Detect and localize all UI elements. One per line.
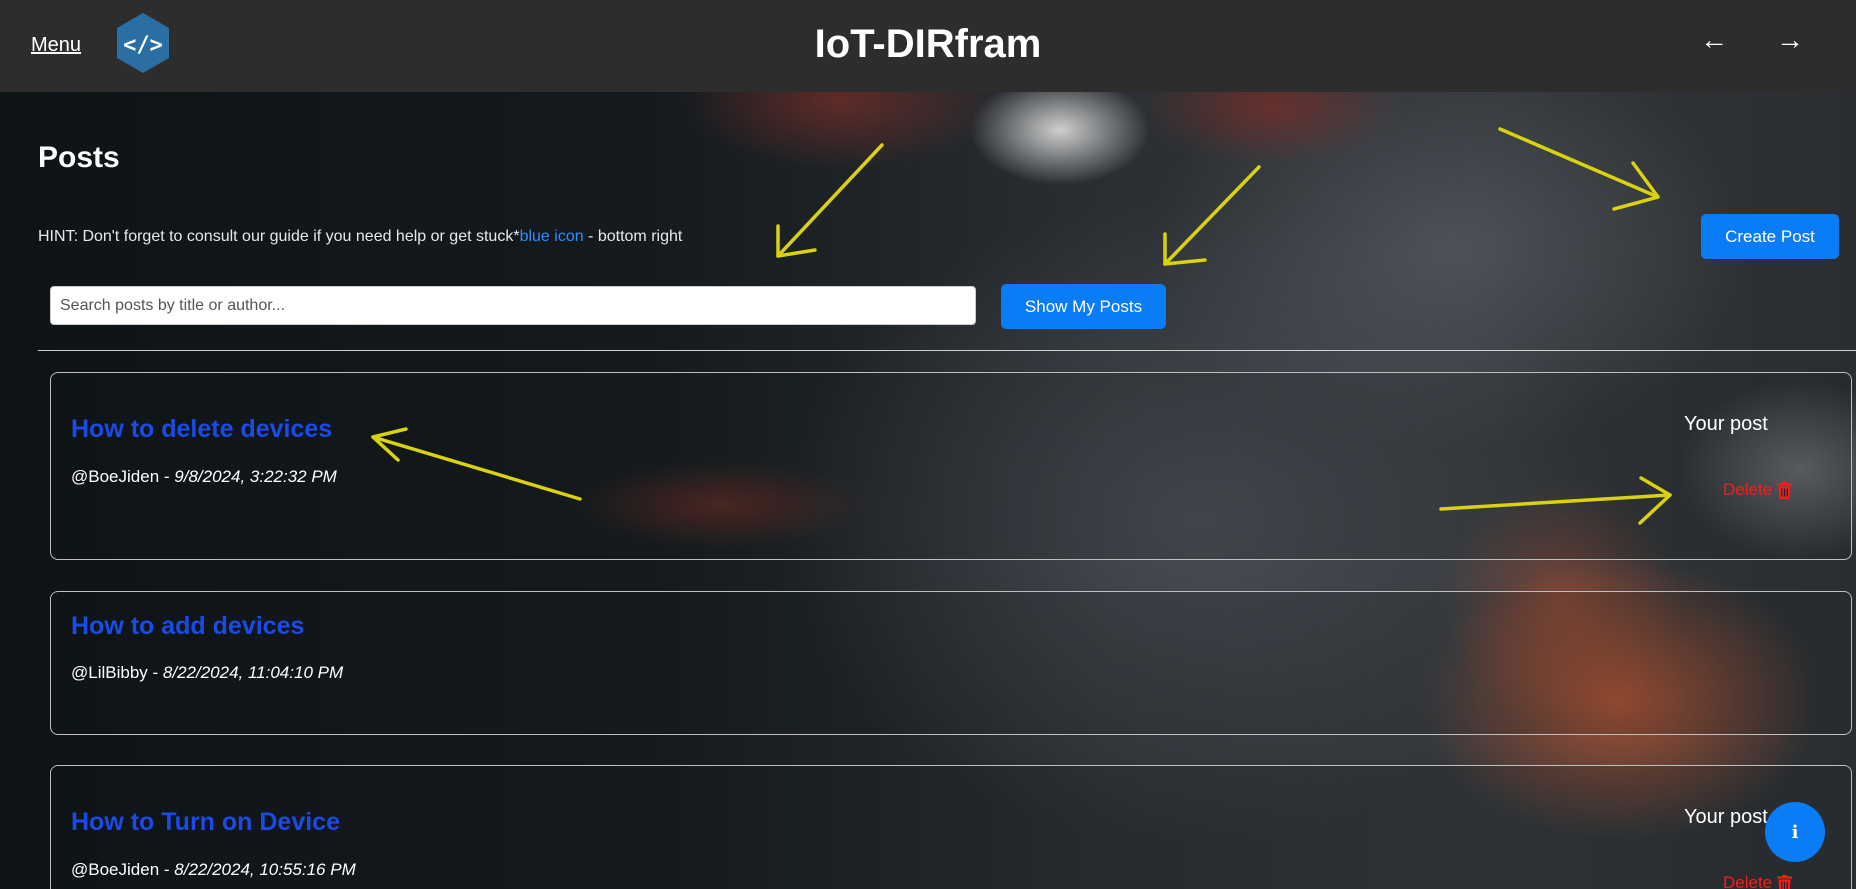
info-icon[interactable]: i	[1765, 802, 1825, 862]
create-post-button[interactable]: Create Post	[1701, 214, 1839, 259]
back-arrow-icon[interactable]: ←	[1700, 26, 1728, 54]
hint-suffix: - bottom right	[583, 228, 683, 245]
post-author: @BoeJiden	[71, 860, 160, 879]
divider	[38, 350, 1856, 351]
post-date: 9/8/2024, 3:22:32 PM	[174, 467, 337, 486]
post-author: @BoeJiden	[71, 467, 160, 486]
delete-post-button[interactable]: Delete	[1723, 480, 1793, 500]
post-meta: @LilBibby - 8/22/2024, 11:04:10 PM	[71, 663, 343, 683]
delete-post-button[interactable]: Delete	[1723, 873, 1793, 889]
trash-icon	[1777, 874, 1793, 889]
show-my-posts-button[interactable]: Show My Posts	[1001, 284, 1166, 329]
trash-icon	[1777, 481, 1793, 499]
search-input[interactable]	[50, 286, 976, 325]
forward-arrow-icon[interactable]: →	[1776, 26, 1804, 54]
hint-body: : Don't forget to consult our guide if y…	[73, 228, 520, 245]
delete-label: Delete	[1723, 480, 1773, 499]
post-meta: @BoeJiden - 8/22/2024, 10:55:16 PM	[71, 860, 356, 880]
post-card: How to add devices @LilBibby - 8/22/2024…	[50, 591, 1852, 735]
delete-label: Delete	[1723, 873, 1773, 889]
post-date: 8/22/2024, 10:55:16 PM	[174, 860, 356, 879]
your-post-label: Your post	[1684, 413, 1768, 435]
post-meta: @BoeJiden - 9/8/2024, 3:22:32 PM	[71, 467, 337, 487]
post-card: How to delete devices @BoeJiden - 9/8/20…	[50, 372, 1852, 560]
post-title-link[interactable]: How to add devices	[71, 612, 304, 641]
hint-text: HINT: Don't forget to consult our guide …	[38, 228, 682, 246]
post-date: 8/22/2024, 11:04:10 PM	[162, 663, 344, 682]
post-meta-separator: -	[159, 467, 175, 486]
top-navbar: Menu </> IoT-DIRfram ← →	[0, 0, 1856, 92]
page-title: Posts	[38, 141, 120, 174]
hint-blue-icon-text: blue icon	[519, 228, 584, 245]
post-title-link[interactable]: How to delete devices	[71, 415, 332, 444]
hint-label: HINT	[38, 228, 74, 245]
post-title-link[interactable]: How to Turn on Device	[71, 808, 340, 837]
post-meta-separator: -	[159, 860, 175, 879]
app-title: IoT-DIRfram	[814, 22, 1042, 66]
your-post-label: Your post	[1684, 806, 1768, 828]
post-author: @LilBibby	[71, 663, 148, 682]
post-meta-separator: -	[147, 663, 163, 682]
post-card: How to Turn on Device @BoeJiden - 8/22/2…	[50, 765, 1852, 889]
